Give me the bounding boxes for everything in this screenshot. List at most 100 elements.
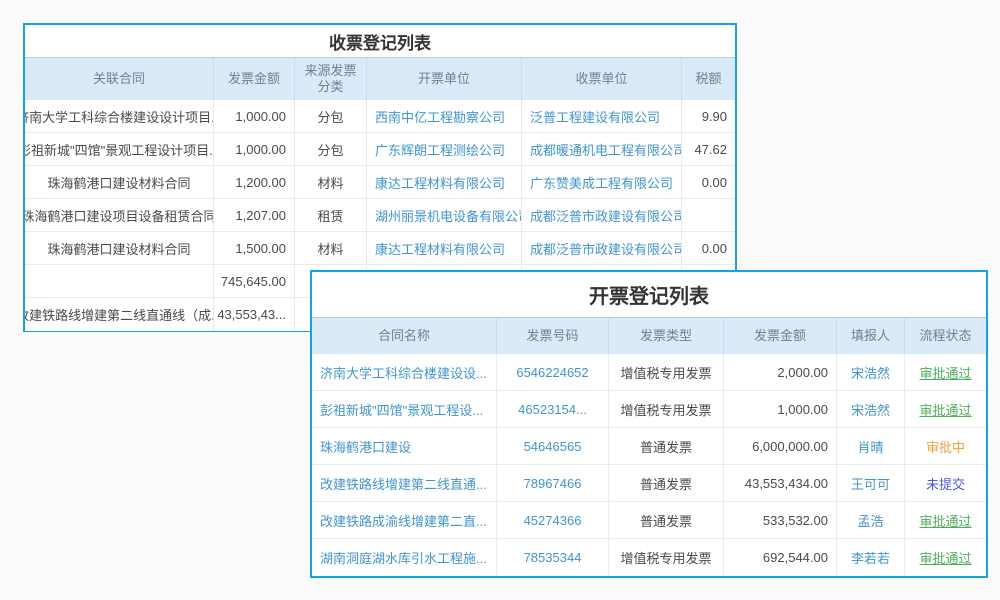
receiver-link[interactable]: 泛普工程建设有限公司 xyxy=(522,100,682,132)
col-header-contract-name: 合同名称 xyxy=(312,318,497,354)
receipt-table-header: 关联合同 发票金额 来源发票分类 开票单位 收票单位 税额 xyxy=(25,58,735,100)
invoice-amount-cell: 1,000.00 xyxy=(214,100,295,132)
source-category-cell: 材料 xyxy=(295,232,367,264)
related-contract-cell: 珠海鹤港口建设项目设备租赁合同 xyxy=(25,199,214,231)
receiver-link[interactable]: 广东赞美成工程有限公司 xyxy=(522,166,682,198)
contract-name-link[interactable]: 改建铁路成渝线增建第二直... xyxy=(312,502,497,538)
receipt-table-title: 收票登记列表 xyxy=(25,25,735,58)
contract-name-link[interactable]: 珠海鹤港口建设 xyxy=(312,428,497,464)
contract-name-link[interactable]: 济南大学工科综合楼建设设... xyxy=(312,354,497,390)
related-contract-cell: 珠海鹤港口建设材料合同 xyxy=(25,166,214,198)
status-cell: 审批通过 xyxy=(905,354,986,390)
invoice-amount-cell: 1,500.00 xyxy=(214,232,295,264)
status-cell: 审批中 xyxy=(905,428,986,464)
tax-cell: 0.00 xyxy=(682,232,735,264)
invoice-number-link[interactable]: 46523154... xyxy=(497,391,609,427)
invoice-number-link[interactable]: 54646565 xyxy=(497,428,609,464)
invoice-number-link[interactable]: 45274366 xyxy=(497,502,609,538)
contract-name-link[interactable]: 彭祖新城"四馆"景观工程设... xyxy=(312,391,497,427)
invoice-number-link[interactable]: 78535344 xyxy=(497,539,609,576)
status-link[interactable]: 审批通过 xyxy=(919,511,971,530)
table-row: 济南大学工科综合楼建设设... 6546224652 增值税专用发票 2,000… xyxy=(312,354,986,391)
tax-cell: 47.62 xyxy=(682,133,735,165)
issuer-link[interactable]: 康达工程材料有限公司 xyxy=(367,232,522,264)
invoice-number-link[interactable]: 6546224652 xyxy=(497,354,609,390)
receiver-link[interactable]: 成都暖通机电工程有限公司 xyxy=(522,133,682,165)
source-category-cell: 材料 xyxy=(295,166,367,198)
related-contract-cell: 彭祖新城"四馆"景观工程设计项目... xyxy=(25,133,214,165)
invoice-amount-cell: 1,207.00 xyxy=(214,199,295,231)
filler-link[interactable]: 肖晴 xyxy=(837,428,905,464)
invoice-table-title: 开票登记列表 xyxy=(312,272,986,318)
filler-link[interactable]: 宋浩然 xyxy=(837,354,905,390)
related-contract-cell: 济南大学工科综合楼建设设计项目... xyxy=(25,100,214,132)
tax-cell xyxy=(682,199,735,231)
col-header-source-category: 来源发票分类 xyxy=(295,58,367,100)
invoice-amount-cell: 1,200.00 xyxy=(214,166,295,198)
invoice-number-link[interactable]: 78967466 xyxy=(497,465,609,501)
invoice-type-cell: 增值税专用发票 xyxy=(609,391,724,427)
col-header-process-status: 流程状态 xyxy=(905,318,986,354)
status-link[interactable]: 审批中 xyxy=(926,437,965,456)
tax-cell: 0.00 xyxy=(682,166,735,198)
invoice-amount-cell: 6,000,000.00 xyxy=(724,428,837,464)
invoice-amount-cell: 43,553,434.00 xyxy=(724,465,837,501)
col-header-issuer: 开票单位 xyxy=(367,58,522,100)
invoice-table-body: 济南大学工科综合楼建设设... 6546224652 增值税专用发票 2,000… xyxy=(312,354,986,576)
status-link[interactable]: 未提交 xyxy=(926,474,965,493)
table-row: 珠海鹤港口建设 54646565 普通发票 6,000,000.00 肖晴 审批… xyxy=(312,428,986,465)
source-category-cell: 租赁 xyxy=(295,199,367,231)
col-header-invoice-type: 发票类型 xyxy=(609,318,724,354)
filler-link[interactable]: 李若若 xyxy=(837,539,905,576)
related-contract-cell xyxy=(25,265,214,297)
table-row: 济南大学工科综合楼建设设计项目... 1,000.00 分包 西南中亿工程勘察公… xyxy=(25,100,735,133)
col-header-tax: 税额 xyxy=(682,58,735,100)
invoice-type-cell: 增值税专用发票 xyxy=(609,539,724,576)
table-row: 珠海鹤港口建设材料合同 1,500.00 材料 康达工程材料有限公司 成都泛普市… xyxy=(25,232,735,265)
source-category-cell: 分包 xyxy=(295,100,367,132)
status-link[interactable]: 审批通过 xyxy=(919,548,971,567)
col-header-invoice-number: 发票号码 xyxy=(497,318,609,354)
issuer-link[interactable]: 康达工程材料有限公司 xyxy=(367,166,522,198)
related-contract-cell: 改建铁路线增建第二线直通线（成... xyxy=(25,298,214,331)
table-row: 珠海鹤港口建设项目设备租赁合同 1,207.00 租赁 湖州丽景机电设备有限公司… xyxy=(25,199,735,232)
invoice-amount-cell: 533,532.00 xyxy=(724,502,837,538)
col-header-invoice-amount: 发票金额 xyxy=(214,58,295,100)
invoice-type-cell: 增值税专用发票 xyxy=(609,354,724,390)
receiver-link[interactable]: 成都泛普市政建设有限公司 xyxy=(522,199,682,231)
status-link[interactable]: 审批通过 xyxy=(919,363,971,382)
contract-name-link[interactable]: 湖南洞庭湖水库引水工程施... xyxy=(312,539,497,576)
invoice-table-header: 合同名称 发票号码 发票类型 发票金额 填报人 流程状态 xyxy=(312,318,986,354)
issuer-link[interactable]: 西南中亿工程勘察公司 xyxy=(367,100,522,132)
table-row: 改建铁路线增建第二线直通... 78967466 普通发票 43,553,434… xyxy=(312,465,986,502)
filler-link[interactable]: 宋浩然 xyxy=(837,391,905,427)
status-cell: 未提交 xyxy=(905,465,986,501)
invoice-registration-table: 开票登记列表 合同名称 发票号码 发票类型 发票金额 填报人 流程状态 济南大学… xyxy=(310,270,988,578)
col-header-related-contract: 关联合同 xyxy=(25,58,214,100)
table-row: 珠海鹤港口建设材料合同 1,200.00 材料 康达工程材料有限公司 广东赞美成… xyxy=(25,166,735,199)
table-row: 彭祖新城"四馆"景观工程设... 46523154... 增值税专用发票 1,0… xyxy=(312,391,986,428)
related-contract-cell: 珠海鹤港口建设材料合同 xyxy=(25,232,214,264)
status-cell: 审批通过 xyxy=(905,539,986,576)
table-row: 彭祖新城"四馆"景观工程设计项目... 1,000.00 分包 广东辉朗工程测绘… xyxy=(25,133,735,166)
filler-link[interactable]: 王可可 xyxy=(837,465,905,501)
col-header-filler: 填报人 xyxy=(837,318,905,354)
invoice-amount-cell: 2,000.00 xyxy=(724,354,837,390)
table-row: 湖南洞庭湖水库引水工程施... 78535344 增值税专用发票 692,544… xyxy=(312,539,986,576)
contract-name-link[interactable]: 改建铁路线增建第二线直通... xyxy=(312,465,497,501)
invoice-type-cell: 普通发票 xyxy=(609,502,724,538)
filler-link[interactable]: 孟浩 xyxy=(837,502,905,538)
status-cell: 审批通过 xyxy=(905,391,986,427)
col-header-receiver: 收票单位 xyxy=(522,58,682,100)
invoice-amount-cell: 692,544.00 xyxy=(724,539,837,576)
issuer-link[interactable]: 湖州丽景机电设备有限公司 xyxy=(367,199,522,231)
table-row: 改建铁路成渝线增建第二直... 45274366 普通发票 533,532.00… xyxy=(312,502,986,539)
status-link[interactable]: 审批通过 xyxy=(919,400,971,419)
invoice-amount-cell: 1,000.00 xyxy=(724,391,837,427)
source-category-cell: 分包 xyxy=(295,133,367,165)
invoice-amount-cell: 745,645.00 xyxy=(214,265,295,297)
invoice-amount-cell: 43,553,43... xyxy=(214,298,295,331)
receiver-link[interactable]: 成都泛普市政建设有限公司 xyxy=(522,232,682,264)
col-header-invoice-amount: 发票金额 xyxy=(724,318,837,354)
issuer-link[interactable]: 广东辉朗工程测绘公司 xyxy=(367,133,522,165)
